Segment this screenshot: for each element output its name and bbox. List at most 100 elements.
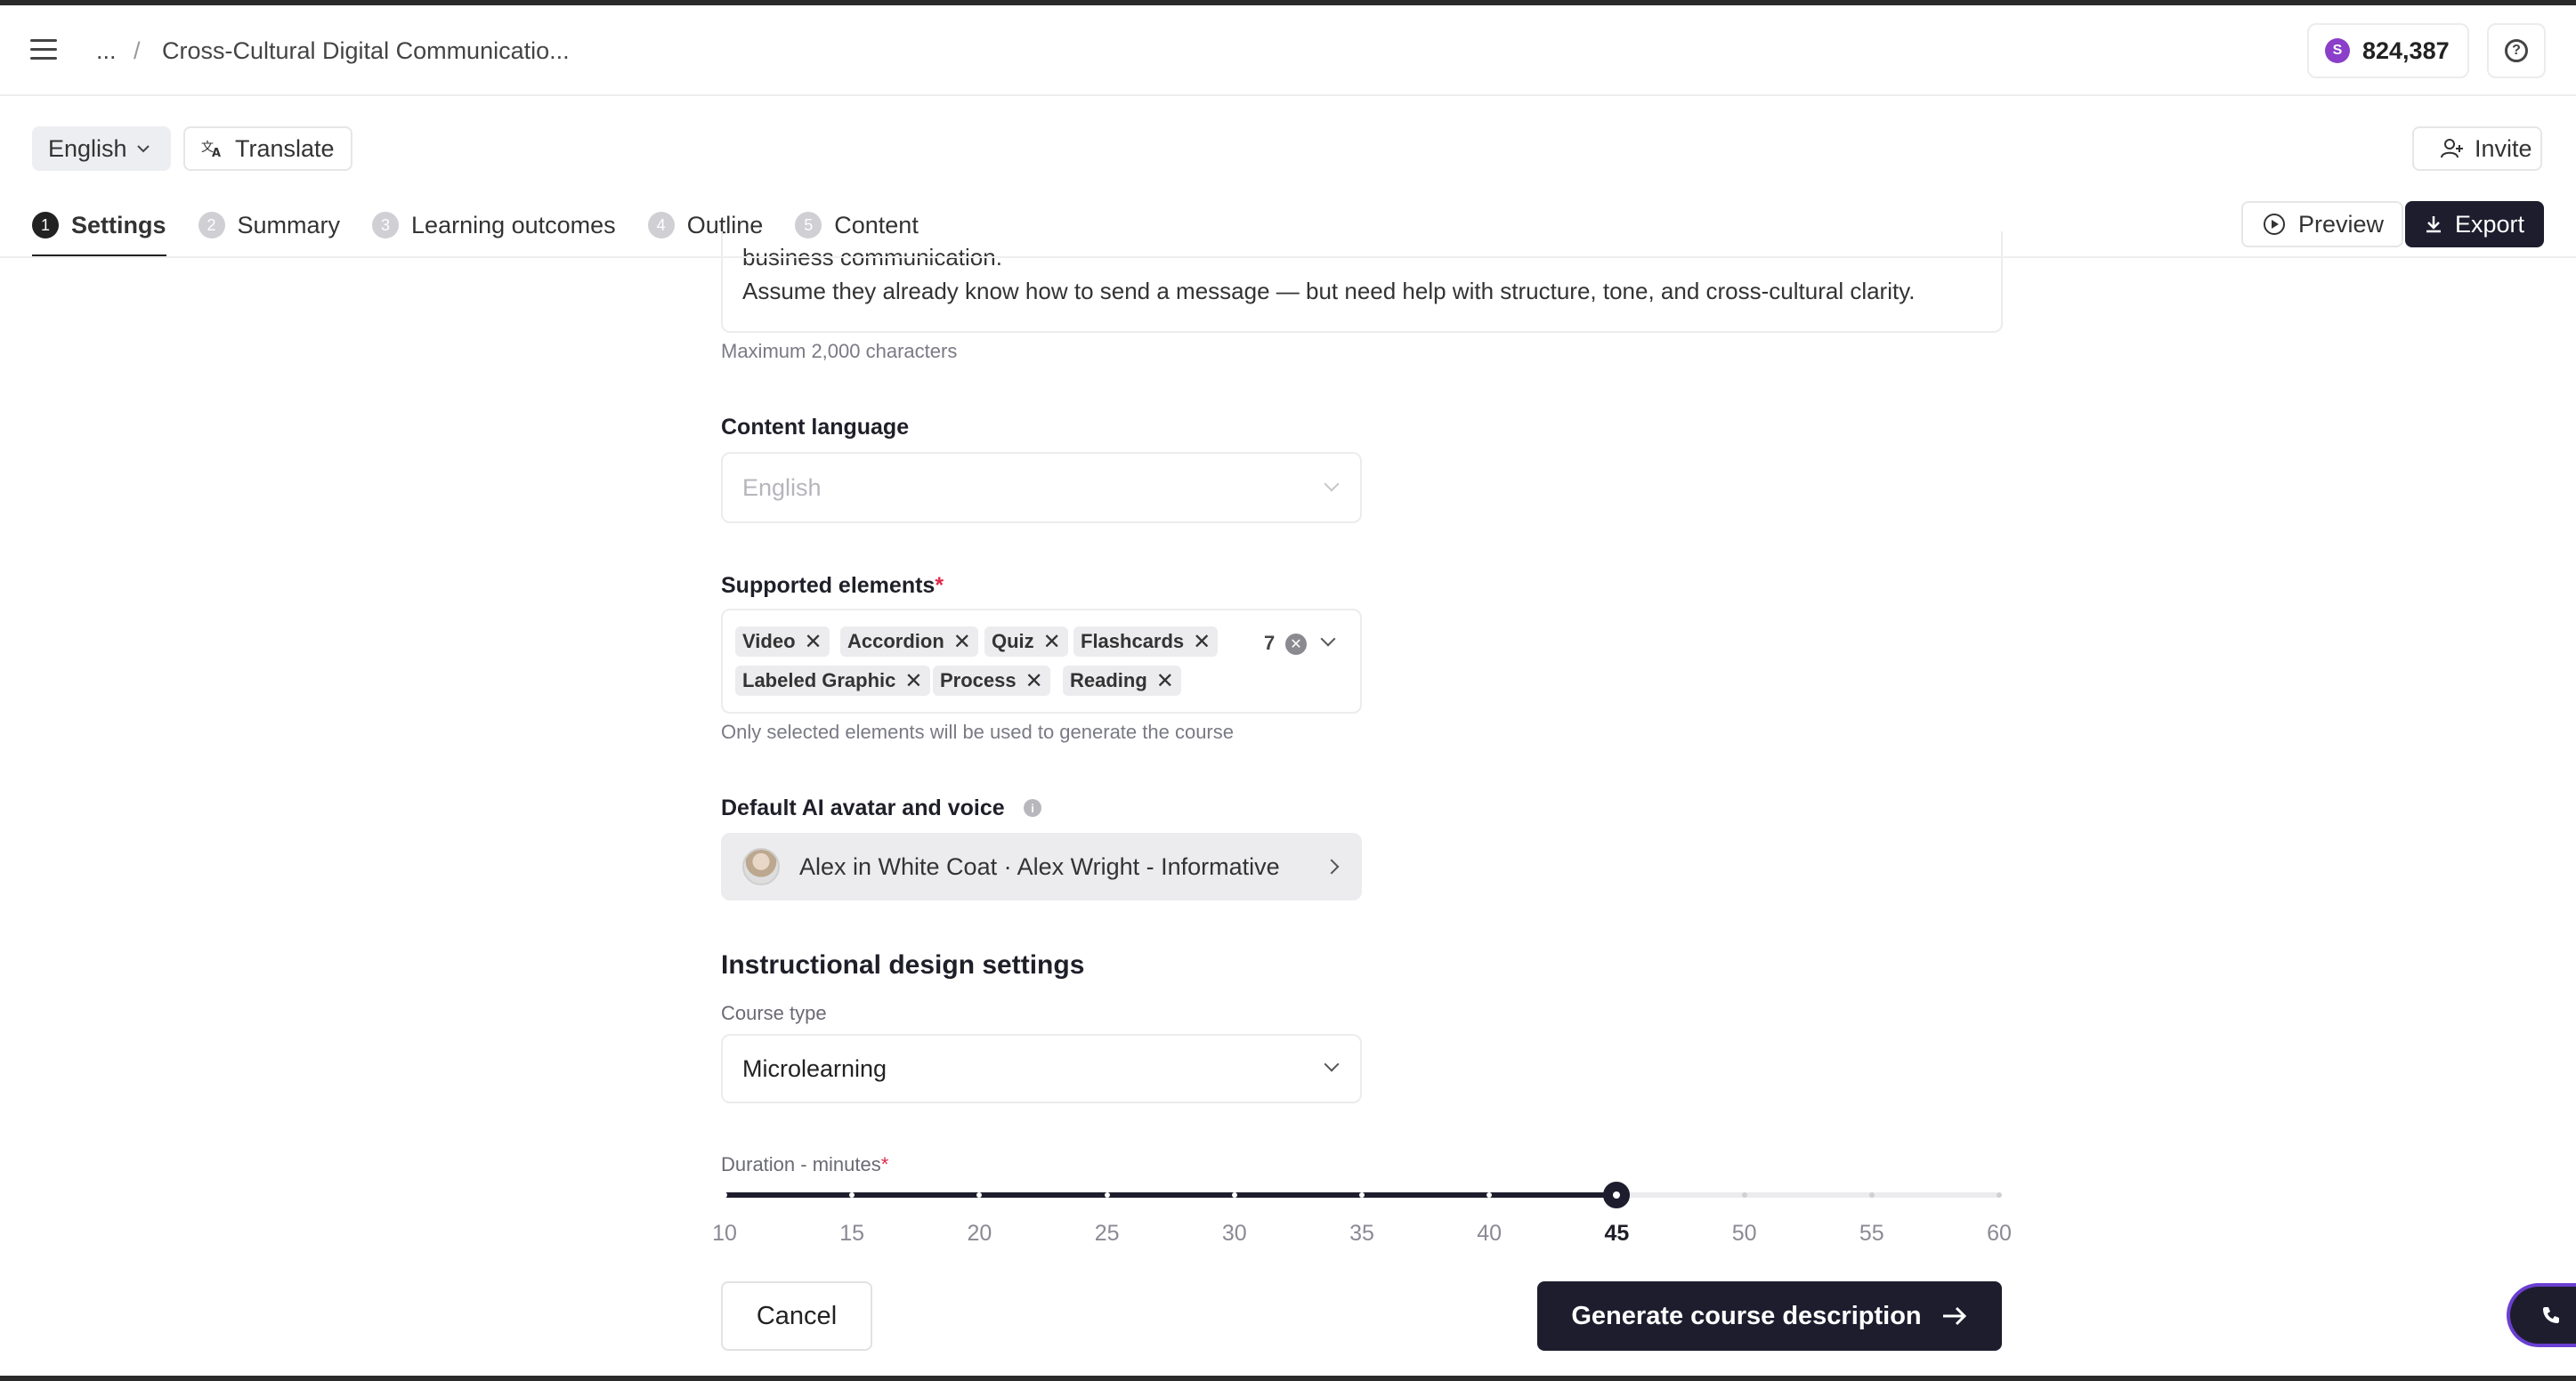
- audience-text-line: Assume they already know how to send a m…: [742, 278, 1916, 304]
- step-label: Settings: [71, 211, 166, 238]
- add-user-icon: [2441, 139, 2463, 158]
- supported-elements-helper: Only selected elements will be used to g…: [721, 721, 1234, 743]
- slider-step-dot: [1868, 1192, 1875, 1198]
- tag-flashcards: Flashcards ✕: [1073, 626, 1219, 657]
- target-audience-textarea[interactable]: business communication. Assume they alre…: [721, 231, 2003, 333]
- supported-elements-multiselect[interactable]: Video ✕ Accordion ✕ Quiz ✕ Flashcards ✕ Labe…: [721, 609, 1362, 714]
- export-button[interactable]: Export: [2405, 201, 2544, 247]
- chevron-down-icon: [1324, 1056, 1340, 1072]
- slider-step-dot: [722, 1192, 727, 1198]
- slider-tick-label: 20: [967, 1221, 992, 1246]
- export-label: Export: [2455, 210, 2525, 238]
- instructional-design-title: Instructional design settings: [721, 950, 1085, 980]
- translate-label: Translate: [235, 134, 335, 162]
- audience-helper-text: Maximum 2,000 characters: [721, 340, 958, 362]
- generate-label: Generate course description: [1571, 1301, 1922, 1330]
- duration-label-text: Duration - minutes: [721, 1153, 881, 1175]
- slider-tick-label: 30: [1221, 1221, 1247, 1246]
- info-icon[interactable]: i: [1024, 799, 1041, 817]
- slider-fill: [725, 1192, 1617, 1198]
- generate-course-description-button[interactable]: Generate course description: [1537, 1281, 2002, 1351]
- tag-label: Accordion: [847, 630, 944, 652]
- tag-label: Quiz: [992, 630, 1034, 652]
- phone-icon: [2543, 1307, 2559, 1323]
- step-number: 2: [198, 212, 225, 238]
- slider-tick-label: 25: [1094, 1221, 1120, 1246]
- close-icon[interactable]: ✕: [1156, 668, 1174, 694]
- supported-elements-text: Supported elements: [721, 573, 936, 598]
- slider-tick-label: 60: [1987, 1221, 2012, 1246]
- tag-accordion: Accordion ✕: [840, 626, 978, 657]
- close-icon[interactable]: ✕: [904, 668, 922, 694]
- tabs-divider: [0, 256, 2576, 258]
- close-icon[interactable]: ✕: [953, 629, 971, 655]
- invite-label: Invite: [2475, 134, 2532, 162]
- course-type-value: Microlearning: [742, 1054, 887, 1082]
- translate-button[interactable]: 文A Translate: [183, 126, 352, 171]
- clear-all-icon[interactable]: ✕: [1285, 634, 1307, 655]
- slider-step-dot: [1104, 1192, 1110, 1198]
- tag-label: Labeled Graphic: [742, 669, 896, 691]
- tag-process: Process ✕: [933, 666, 1050, 696]
- slider-thumb[interactable]: [1603, 1182, 1631, 1208]
- tag-video: Video ✕: [735, 626, 830, 657]
- help-button[interactable]: ?: [2487, 23, 2546, 78]
- tag-reading: Reading ✕: [1063, 666, 1181, 696]
- step-label: Learning outcomes: [411, 211, 616, 238]
- slider-step-dot: [1359, 1192, 1365, 1198]
- slider-tick-label: 35: [1349, 1221, 1374, 1246]
- slider-tick-label: 55: [1859, 1221, 1884, 1246]
- play-circle-icon: [2264, 214, 2285, 235]
- close-icon[interactable]: ✕: [1025, 668, 1043, 694]
- avatar-voice-selector[interactable]: Alex in White Coat · Alex Wright - Infor…: [721, 833, 1362, 900]
- chevron-down-icon[interactable]: [1320, 631, 1336, 647]
- course-type-select[interactable]: Microlearning: [721, 1034, 1362, 1103]
- preview-button[interactable]: Preview: [2241, 201, 2403, 247]
- supported-elements-label: Supported elements*: [721, 573, 944, 599]
- breadcrumb-course-title[interactable]: Cross-Cultural Digital Communicatio...: [162, 37, 570, 65]
- language-label: English: [48, 134, 127, 162]
- svg-text:A: A: [212, 147, 221, 158]
- step-number: 3: [372, 212, 400, 238]
- download-icon: [2426, 216, 2441, 233]
- preview-label: Preview: [2298, 210, 2385, 238]
- cancel-label: Cancel: [756, 1301, 838, 1330]
- chevron-down-icon: [1324, 476, 1340, 492]
- question-icon: ?: [2505, 39, 2528, 62]
- call-widget-button[interactable]: [2510, 1287, 2576, 1344]
- content-language-select[interactable]: English: [721, 452, 1362, 523]
- step-number: 4: [647, 212, 675, 238]
- content-language-value: English: [742, 473, 822, 501]
- required-mark: *: [935, 573, 944, 598]
- required-mark: *: [880, 1153, 889, 1175]
- tab-learning-outcomes[interactable]: 3 Learning outcomes: [372, 205, 616, 246]
- avatar-voice-label: Default AI avatar and voice: [721, 795, 1005, 820]
- credits-badge[interactable]: S 824,387: [2307, 23, 2469, 78]
- slider-tick-label: 40: [1477, 1221, 1503, 1246]
- close-icon[interactable]: ✕: [1043, 629, 1061, 655]
- tag-quiz: Quiz ✕: [984, 626, 1068, 657]
- translate-icon: 文A: [201, 141, 221, 158]
- menu-icon[interactable]: [30, 39, 57, 61]
- breadcrumb-separator: /: [134, 37, 141, 64]
- cancel-button[interactable]: Cancel: [721, 1281, 872, 1351]
- avatar-voice-value: Alex in White Coat · Alex Wright - Infor…: [799, 852, 1280, 880]
- tab-summary[interactable]: 2 Summary: [198, 205, 340, 246]
- chevron-down-icon: [136, 145, 150, 153]
- close-icon[interactable]: ✕: [805, 629, 822, 655]
- close-icon[interactable]: ✕: [1193, 629, 1211, 655]
- slider-tick-label: 15: [839, 1221, 865, 1246]
- top-bar: ... / Cross-Cultural Digital Communicati…: [0, 5, 2576, 96]
- content-language-label: Content language: [721, 415, 910, 440]
- credit-icon: S: [2325, 38, 2350, 63]
- duration-slider[interactable]: [722, 1182, 2002, 1208]
- breadcrumb-ellipsis[interactable]: ...: [96, 37, 117, 65]
- tab-settings[interactable]: 1 Settings: [32, 205, 166, 258]
- language-dropdown[interactable]: English: [32, 126, 171, 171]
- slider-step-dot: [1231, 1192, 1237, 1198]
- invite-button[interactable]: Invite: [2412, 126, 2542, 171]
- duration-label: Duration - minutes*: [721, 1153, 888, 1176]
- avatar: [742, 848, 780, 885]
- window-bottom-border: [0, 1376, 2576, 1381]
- chevron-right-icon: [1324, 859, 1340, 875]
